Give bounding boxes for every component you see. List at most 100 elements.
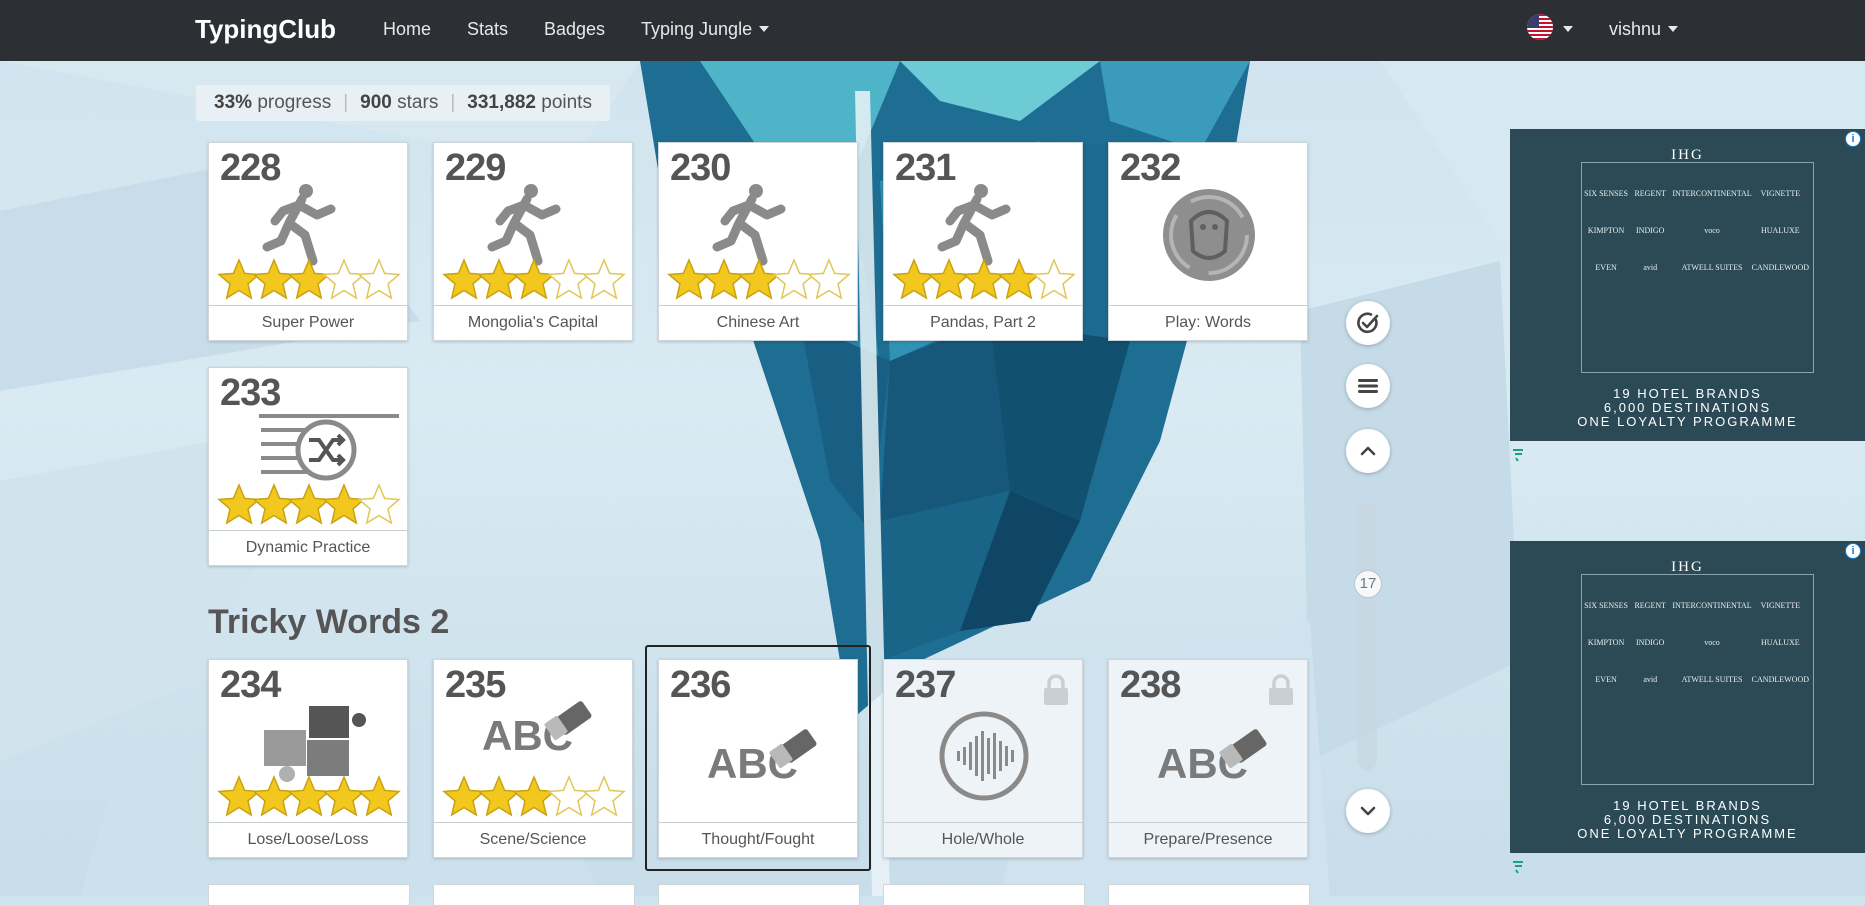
ad-ihg-logo: IHG (1671, 559, 1704, 575)
ad-tagline-line: ONE LOYALTY PROGRAMME (1577, 414, 1798, 429)
ad-brand: avid (1643, 263, 1658, 272)
user-menu-dropdown[interactable]: vishnu (1609, 19, 1679, 40)
star-filled-icon (442, 258, 486, 300)
scroll-track[interactable] (1357, 502, 1377, 770)
star-empty-icon (547, 775, 591, 817)
section-title: Tricky Words 2 (208, 603, 450, 641)
ad-brand: HUALUXE (1761, 226, 1800, 235)
hamburger-icon (1358, 379, 1378, 393)
lesson-card[interactable]: 231 Pandas, Part 2 (883, 142, 1083, 341)
star-empty-icon (772, 258, 816, 300)
ad-brand: KIMPTON (1587, 638, 1625, 647)
runner-icon (667, 184, 851, 300)
nav-badges-link[interactable]: Badges (544, 19, 605, 40)
ad-feedback-icon[interactable] (1511, 860, 1525, 874)
lesson-title: Play: Words (1109, 305, 1307, 340)
ad-brand-list: SIX SENSES REGENT INTERCONTINENTAL VIGNE… (1584, 189, 1809, 272)
lesson-title: Scene/Science (434, 822, 632, 857)
lesson-card[interactable]: 229 Mongolia's Capital (433, 142, 633, 341)
lesson-card[interactable]: 236 ABC Thought/Fought (658, 659, 858, 858)
ad-brand: INDIGO (1636, 226, 1665, 235)
star-filled-icon (477, 775, 521, 817)
lesson-card[interactable]: 235 ABC Scene/Science (433, 659, 633, 858)
star-filled-icon (892, 258, 936, 300)
nav-home-link[interactable]: Home (383, 19, 431, 40)
abc-eraser-icon: ABC (1157, 729, 1267, 787)
ad-brand: KIMPTON (1587, 226, 1625, 235)
lesson-card-locked[interactable]: 237 Hole/Whole (883, 659, 1083, 858)
ad-brand: CANDLEWOOD (1751, 263, 1809, 272)
lesson-card-partial[interactable] (208, 884, 410, 906)
puzzle-icon (217, 706, 401, 817)
language-chevron-down-icon[interactable] (1563, 26, 1573, 32)
runner-body (262, 194, 336, 266)
lesson-card[interactable]: 234 Lose/Loose/Loss (208, 659, 408, 858)
practice-line (259, 414, 399, 418)
nav-typing-jungle-dropdown[interactable]: Typing Jungle (641, 19, 770, 40)
ad-brand: VIGNETTE (1760, 189, 1801, 198)
runner-body (937, 194, 1011, 266)
nav-stats-link[interactable]: Stats (467, 19, 508, 40)
chevron-up-icon (1360, 446, 1376, 456)
scroll-down-button[interactable] (1346, 789, 1390, 833)
wave-bar (963, 747, 966, 765)
creature-eye (1212, 224, 1218, 230)
lesson-card[interactable]: 230 Chinese Art (658, 142, 858, 341)
puzzle-knob (352, 713, 366, 727)
star-filled-icon (287, 775, 331, 817)
ad-tagline-line: 19 HOTEL BRANDS (1613, 386, 1762, 401)
ad-brand: INTERCONTINENTAL (1672, 601, 1752, 610)
language-flag-icon[interactable] (1527, 14, 1553, 40)
lesson-card-partial[interactable] (658, 884, 860, 906)
lesson-title: Dynamic Practice (209, 530, 407, 565)
star-filled-icon (217, 258, 261, 300)
wave-bar (987, 738, 990, 774)
ad-info-icon[interactable]: i (1845, 543, 1861, 559)
ad-tagline: 19 HOTEL BRANDS 6,000 DESTINATIONS ONE L… (1510, 387, 1865, 429)
ad-info-icon[interactable]: i (1845, 131, 1861, 147)
puzzle-piece (264, 730, 306, 766)
star-filled-icon (322, 483, 366, 525)
lesson-card[interactable]: 233 Dynamic Practice (208, 367, 408, 566)
ad-brand: SIX SENSES (1584, 189, 1628, 198)
lesson-title: Super Power (209, 305, 407, 340)
progress-summary: 33% progress | 900 stars | 331,882 points (196, 85, 610, 121)
ad-brand: VIGNETTE (1760, 601, 1801, 610)
ad-brand: EVEN (1595, 263, 1617, 272)
lesson-title: Mongolia's Capital (434, 305, 632, 340)
advertisement-banner[interactable]: i IHG SIX SENSES REGENT INTERCONTINENTAL… (1510, 541, 1865, 853)
star-filled-icon (252, 483, 296, 525)
star-empty-icon (357, 483, 401, 525)
star-empty-icon (357, 258, 401, 300)
star-filled-icon (667, 258, 711, 300)
puzzle-piece (307, 740, 349, 776)
menu-button[interactable] (1346, 364, 1390, 408)
lesson-card[interactable]: 232 Play: Words (1108, 142, 1308, 341)
lesson-card-locked[interactable]: 238 ABC Prepare/Presence (1108, 659, 1308, 858)
star-empty-icon (582, 775, 626, 817)
creature-circle (1163, 189, 1255, 281)
ad-feedback-icon[interactable] (1511, 448, 1525, 462)
progress-check-button[interactable] (1346, 301, 1390, 345)
wave-bar (1005, 746, 1008, 766)
ad-brand: avid (1643, 675, 1658, 684)
scroll-position-indicator[interactable]: 17 (1354, 570, 1382, 598)
advertisement-banner[interactable]: i IHG SIX SENSES REGENT INTERCONTINENTAL… (1510, 129, 1865, 441)
ad-tagline-line: 19 HOTEL BRANDS (1613, 798, 1762, 813)
lesson-card-partial[interactable] (883, 884, 1085, 906)
wave-bar (993, 733, 996, 779)
chevron-down-icon (1360, 806, 1376, 816)
star-filled-icon (477, 258, 521, 300)
lesson-card[interactable]: 228 Super Power (208, 142, 408, 341)
runner-icon (442, 184, 626, 300)
points-value: 331,882 (467, 92, 536, 113)
lesson-card-partial[interactable] (1108, 884, 1310, 906)
brand-logo[interactable]: TypingClub (195, 14, 336, 45)
star-empty-icon (322, 258, 366, 300)
ad-brand: SIX SENSES (1584, 601, 1628, 610)
abc-eraser-icon: ABC (707, 729, 817, 787)
lesson-card-partial[interactable] (433, 884, 635, 906)
puzzle-knob (279, 766, 295, 782)
scroll-up-button[interactable] (1346, 429, 1390, 473)
stars-value: 900 (360, 92, 392, 113)
